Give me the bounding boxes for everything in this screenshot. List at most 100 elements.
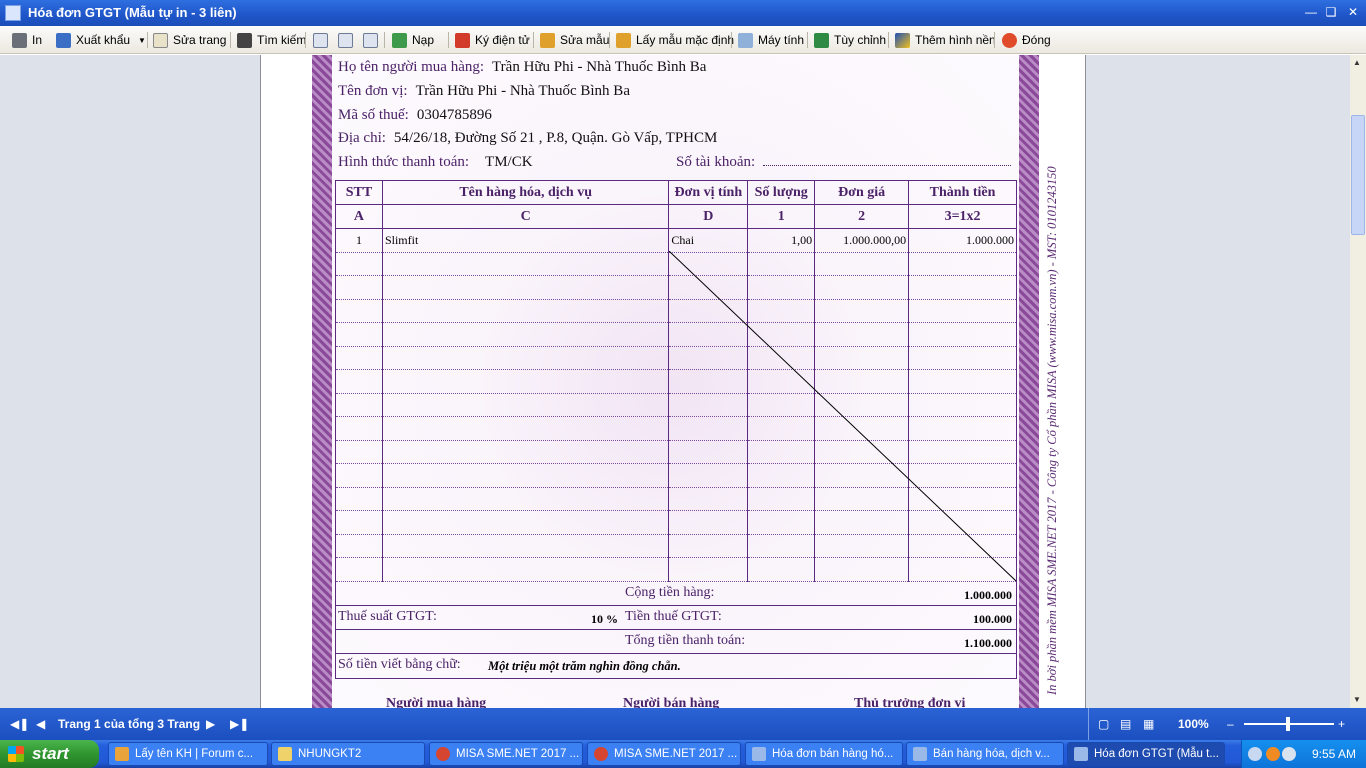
table-cell-empty — [335, 533, 383, 558]
zoom-in-icon[interactable]: + — [1338, 717, 1345, 731]
background-image-icon — [895, 32, 910, 48]
fit-page-button[interactable] — [363, 31, 383, 49]
multi-page-icon[interactable]: ▦ — [1143, 717, 1154, 731]
taskbar-item[interactable]: Hóa đơn bán hàng hó... — [745, 742, 903, 766]
signature-icon — [455, 32, 470, 48]
table-cell-empty — [668, 510, 749, 535]
print-button[interactable]: In — [12, 31, 42, 49]
system-tray: 9:55 AM — [1241, 740, 1366, 768]
address-row: Địa chỉ: 54/26/18, Đường Số 21 , P.8, Quậ… — [338, 130, 718, 146]
save-icon — [56, 32, 71, 48]
table-row-empty — [335, 369, 1017, 394]
vertical-scrollbar[interactable]: ▲ ▼ — [1350, 55, 1366, 708]
scroll-up-icon[interactable]: ▲ — [1353, 58, 1361, 67]
zoom-out-icon[interactable]: – — [1227, 717, 1234, 731]
table-cell-empty — [908, 533, 1017, 558]
taskbar: start Lấy tên KH | Forum c... NHUNGKT2 M… — [0, 740, 1366, 768]
divider — [336, 629, 1016, 630]
continuous-page-icon[interactable]: ▤ — [1120, 717, 1131, 731]
first-page-icon[interactable]: ◀❚ — [10, 717, 29, 731]
title-bar: Hóa đơn GTGT (Mẫu tự in - 3 liên) — ❑ ✕ — [0, 0, 1366, 26]
e-sign-button[interactable]: Ký điện tử — [455, 31, 530, 49]
page-indicator: Trang 1 của tổng 3 Trang — [58, 717, 201, 731]
col-price: Đơn giá — [814, 180, 910, 205]
scroll-thumb[interactable] — [1351, 115, 1365, 235]
table-cell-empty — [668, 416, 749, 441]
edit-page-button[interactable]: Sửa trang — [153, 31, 226, 49]
table-cell-empty — [381, 463, 670, 488]
table-cell-empty — [747, 392, 816, 417]
last-page-icon[interactable]: ▶❚ — [230, 717, 249, 731]
add-background-button[interactable]: Thêm hình nền — [895, 31, 996, 49]
col-amount: Thành tiền — [908, 180, 1017, 205]
table-cell-empty — [747, 345, 816, 370]
zoom-slider-thumb[interactable] — [1286, 717, 1290, 731]
network-icon[interactable] — [1282, 747, 1296, 761]
taskbar-item[interactable]: NHUNGKT2 — [271, 742, 425, 766]
totals-section: Cộng tiền hàng: 1.000.000 Thuế suất GTGT… — [335, 581, 1017, 679]
taskbar-item-active[interactable]: Hóa đơn GTGT (Mẫu t... — [1067, 742, 1225, 766]
table-cell-empty — [335, 463, 383, 488]
single-page-view-button[interactable] — [313, 31, 333, 49]
minimize-icon[interactable]: — — [1302, 4, 1320, 20]
toolbar-divider — [147, 32, 148, 48]
table-cell-empty — [335, 557, 383, 582]
edit-template-button[interactable]: Sửa mẫu — [540, 31, 609, 49]
table-cell-empty — [668, 298, 749, 323]
table-cell-empty — [381, 369, 670, 394]
folder-icon — [278, 747, 292, 761]
load-button[interactable]: Nạp — [392, 31, 434, 49]
invoice-icon — [1074, 747, 1088, 761]
table-cell-empty — [335, 392, 383, 417]
refresh-icon — [392, 32, 407, 48]
chevron-down-icon[interactable]: ▼ — [138, 36, 146, 45]
table-cell-empty — [908, 439, 1017, 464]
restore-icon[interactable]: ❑ — [1322, 4, 1340, 20]
customize-button[interactable]: Tùy chỉnh — [814, 31, 886, 49]
table-row-empty — [335, 510, 1017, 535]
page-width-button[interactable] — [338, 31, 358, 49]
total-value: 1.100.000 — [964, 636, 1012, 650]
next-page-icon[interactable]: ▶ — [206, 717, 215, 731]
table-cell-empty — [747, 251, 816, 276]
table-cell-empty — [668, 533, 749, 558]
items-table: STT Tên hàng hóa, dịch vụ Đơn vị tính Số… — [335, 180, 1017, 582]
toolbar: In Xuất khẩu ▼ Sửa trang Tìm kiếm Nạp Ký … — [0, 26, 1366, 54]
start-button[interactable]: start — [0, 740, 99, 768]
report-viewer[interactable]: Họ tên người mua hàng: Trần Hữu Phi - Nhà… — [0, 55, 1350, 708]
table-cell-empty — [908, 345, 1017, 370]
search-button[interactable]: Tìm kiếm — [237, 31, 306, 49]
default-template-button[interactable]: Lấy mẫu mặc định — [616, 31, 734, 49]
back-arrow-icon[interactable] — [1248, 747, 1262, 761]
previous-page-icon[interactable]: ◀ — [36, 717, 45, 731]
single-page-icon[interactable]: ▢ — [1098, 717, 1109, 731]
calculator-button[interactable]: Máy tính — [738, 31, 804, 49]
taskbar-item[interactable]: Bán hàng hóa, dịch v... — [906, 742, 1064, 766]
close-button[interactable]: Đóng — [1002, 31, 1051, 49]
software-credit: In bởi phần mềm MISA SME.NET 2017 - Công… — [1045, 166, 1059, 695]
company-row: Tên đơn vị: Trần Hữu Phi - Nhà Thuốc Bình… — [338, 83, 630, 99]
table-cell-empty — [668, 439, 749, 464]
taskbar-item[interactable]: MISA SME.NET 2017 ... — [587, 742, 741, 766]
table-cell-empty — [908, 298, 1017, 323]
close-icon[interactable]: ✕ — [1344, 4, 1362, 20]
export-button[interactable]: Xuất khẩu ▼ — [56, 31, 146, 49]
toolbar-divider — [305, 32, 306, 48]
invoice-icon — [913, 747, 927, 761]
tax-code-row: Mã số thuế: 0304785896 — [338, 107, 492, 123]
taskbar-item[interactable]: MISA SME.NET 2017 ... — [429, 742, 583, 766]
table-cell-empty — [814, 439, 910, 464]
edit-template-icon — [540, 32, 555, 48]
company-name: Trần Hữu Phi - Nhà Thuốc Bình Ba — [415, 83, 630, 99]
table-cell-empty — [814, 557, 910, 582]
fit-page-icon — [363, 32, 378, 48]
tray-app-icon[interactable] — [1266, 747, 1280, 761]
table-row-empty — [335, 345, 1017, 370]
table-cell-empty — [908, 416, 1017, 441]
taskbar-item[interactable]: Lấy tên KH | Forum c... — [108, 742, 268, 766]
tax-code: 0304785896 — [416, 107, 492, 123]
toolbar-divider — [807, 32, 808, 48]
table-row-empty — [335, 439, 1017, 464]
scroll-down-icon[interactable]: ▼ — [1353, 695, 1361, 704]
subtotal-value: 1.000.000 — [964, 588, 1012, 602]
